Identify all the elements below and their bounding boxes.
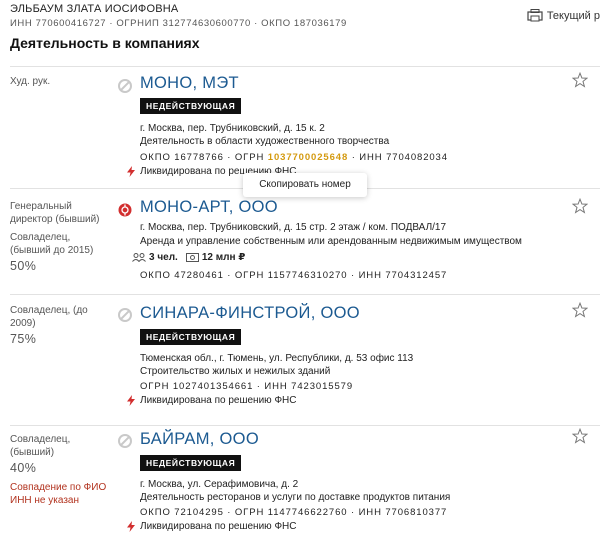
company-card-mono-met: Худ. рук. МОНО, МЭТ НЕДЕЙСТВУЮЩАЯ г. Мос… [0,66,600,186]
bolt-icon [127,166,135,177]
people-icon [132,253,146,262]
company-codes: ОКПО 72104295 · ОГРН 1147746622760 · ИНН… [140,507,448,518]
card-role: Худ. рук. [10,75,110,88]
company-codes: ОГРН 1027401354661 · ИНН 7423015579 [140,381,354,392]
status-badge: НЕДЕЙСТВУЮЩАЯ [140,329,242,345]
card-role: Совладелец, (бывший) 40% Совпадение по Ф… [10,433,110,507]
company-address: Тюменская обл., г. Тюмень, ул. Республик… [140,353,414,364]
company-codes: ОКПО 16778766 · ОГРН 1037700025648 · ИНН… [140,152,448,163]
section-title: Деятельность в компаниях [10,35,200,51]
employees-stat: 3 чел. [132,252,178,263]
company-activity: Деятельность в области художественного т… [140,136,390,147]
liquidation-status: Ликвидирована по решению ФНС [126,395,296,406]
status-badge: НЕДЕЙСТВУЮЩАЯ [140,455,242,471]
company-card-sinara-finstroy: Совладелец, (до 2009) 75% СИНАРА-ФИНСТРО… [0,294,600,424]
bolt-icon [127,521,135,532]
company-address: г. Москва, пер. Трубниковский, д. 15 к. … [140,123,325,134]
star-icon[interactable] [572,302,588,318]
role-label: Совладелец, (до 2009) [10,305,88,329]
company-name-link[interactable]: СИНАРА-ФИНСТРОЙ, ООО [140,304,360,323]
match-warning: Совпадение по ФИО ИНН не указан [10,482,107,506]
liquidation-text: Ликвидирована по решению ФНС [140,395,297,406]
role-label: Генеральный директор (бывший) [10,201,100,225]
codes-prefix: ОКПО 16778766 · ОГРН [140,152,268,163]
card-role: Совладелец, (до 2009) 75% [10,304,110,346]
company-card-bayram: Совладелец, (бывший) 40% Совпадение по Ф… [0,425,600,541]
card-divider [10,66,600,67]
copy-number-tooltip[interactable]: Скопировать номер [243,173,367,197]
share-percent: 40% [10,461,37,475]
role-label-secondary: Совладелец, (бывший до 2015) [10,232,94,256]
ogrn-highlighted[interactable]: 1037700025648 [268,152,348,163]
codes-suffix: · ИНН 7704082034 [348,152,448,163]
liquidation-text: Ликвидирована по решению ФНС [140,521,297,532]
company-name-link[interactable]: МОНО, МЭТ [140,74,239,93]
bolt-icon [127,395,135,406]
person-name: ЭЛЬБАУМ ЗЛАТА ИОСИФОВНА [10,3,179,15]
star-icon[interactable] [572,428,588,444]
role-label: Худ. рук. [10,76,51,87]
employees-count: 3 чел. [149,252,178,263]
company-name-link[interactable]: МОНО-АРТ, ООО [140,198,278,217]
inactive-status-icon [118,434,132,448]
star-icon[interactable] [572,72,588,88]
inactive-status-icon [118,79,132,93]
company-activity: Аренда и управление собственным или арен… [140,236,522,247]
company-card-mono-art: Генеральный директор (бывший) Совладелец… [0,188,600,292]
card-role: Генеральный директор (бывший) Совладелец… [10,200,110,273]
company-address: г. Москва, пер. Трубниковский, д. 15 стр… [140,222,447,233]
card-divider [10,294,600,295]
revenue-value: 12 млн ₽ [201,252,246,263]
status-badge: НЕДЕЙСТВУЮЩАЯ [140,98,242,114]
money-icon [185,253,199,262]
company-name-link[interactable]: БАЙРАМ, ООО [140,430,259,449]
print-label: Текущий р [546,9,600,22]
print-button[interactable]: Текущий р [527,9,600,22]
company-activity: Строительство жилых и нежилых зданий [140,366,331,377]
company-codes: ОКПО 47280461 · ОГРН 1157746310270 · ИНН… [140,270,448,281]
company-address: г. Москва, ул. Серафимовича, д. 2 [140,479,299,490]
person-identifiers: ИНН 770600416727 · ОГРНИП 31277463060077… [10,18,347,29]
star-icon[interactable] [572,198,588,214]
liquidation-status: Ликвидирована по решению ФНС [126,521,296,532]
company-stats: 3 чел. 12 млн ₽ [132,252,245,263]
inactive-status-icon [118,308,132,322]
revenue-stat: 12 млн ₽ [185,252,246,263]
company-activity: Деятельность ресторанов и услуги по дост… [140,492,451,503]
role-label: Совладелец, (бывший) [10,434,71,458]
page-header: ЭЛЬБАУМ ЗЛАТА ИОСИФОВНА ИНН 770600416727… [10,3,600,53]
print-icon [527,9,543,22]
share-percent: 75% [10,332,37,346]
share-percent: 50% [10,259,37,273]
card-divider [10,425,600,426]
active-alert-icon [118,203,132,217]
